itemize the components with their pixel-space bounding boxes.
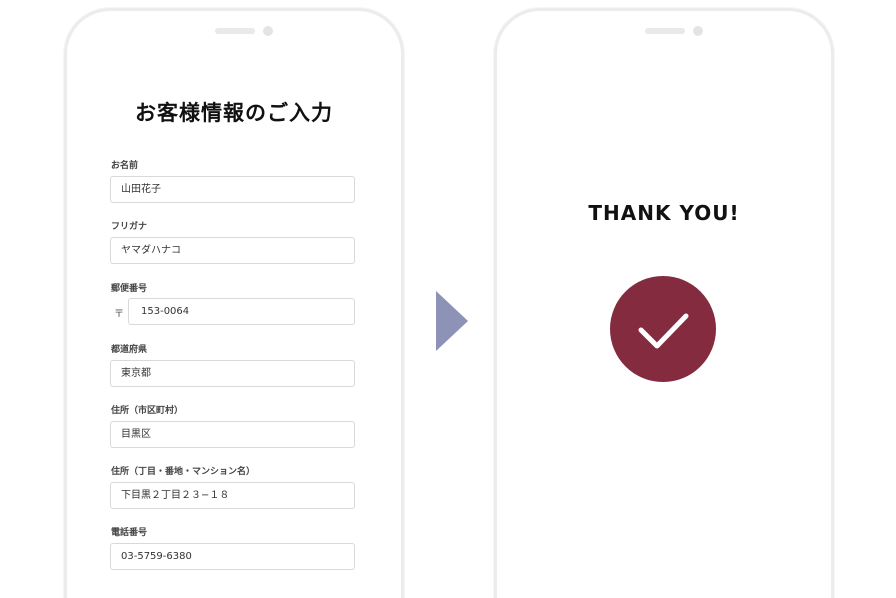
furigana-input[interactable]: ヤマダハナコ (110, 237, 355, 264)
city-label: 住所（市区町村） (111, 406, 184, 416)
phone-number-label: 電話番号 (111, 528, 148, 538)
checkmark-icon (638, 313, 689, 349)
phone-speaker (215, 28, 255, 34)
prefecture-input[interactable]: 東京都 (110, 360, 355, 387)
phone-speaker (645, 28, 685, 34)
thanks-phone-mockup: THANK YOU! (494, 8, 834, 598)
postal-code-input[interactable]: 153-0064 (128, 298, 355, 325)
street-address-input[interactable]: 下目黒２丁目２３−１８ (110, 482, 355, 509)
furigana-label: フリガナ (111, 222, 148, 232)
phone-camera (263, 26, 273, 36)
name-input[interactable]: 山田花子 (110, 176, 355, 203)
name-label: お名前 (111, 161, 139, 171)
street-address-label: 住所（丁目・番地・マンション名） (111, 467, 256, 477)
arrow-right-icon (436, 291, 468, 351)
prefecture-label: 都道府県 (111, 345, 148, 355)
postal-code-label: 郵便番号 (111, 284, 148, 294)
phone-number-input[interactable]: 03-5759-6380 (110, 543, 355, 570)
postal-mark-icon: 〒 (114, 309, 124, 320)
form-phone-mockup: お客様情報のご入力 お名前 山田花子 フリガナ ヤマダハナコ 郵便番号 〒 15… (64, 8, 404, 598)
phone-camera (693, 26, 703, 36)
form-title: お客様情報のご入力 (135, 101, 333, 125)
thank-you-title: THANK YOU! (588, 201, 740, 225)
success-check-circle (610, 276, 716, 382)
city-input[interactable]: 目黒区 (110, 421, 355, 448)
